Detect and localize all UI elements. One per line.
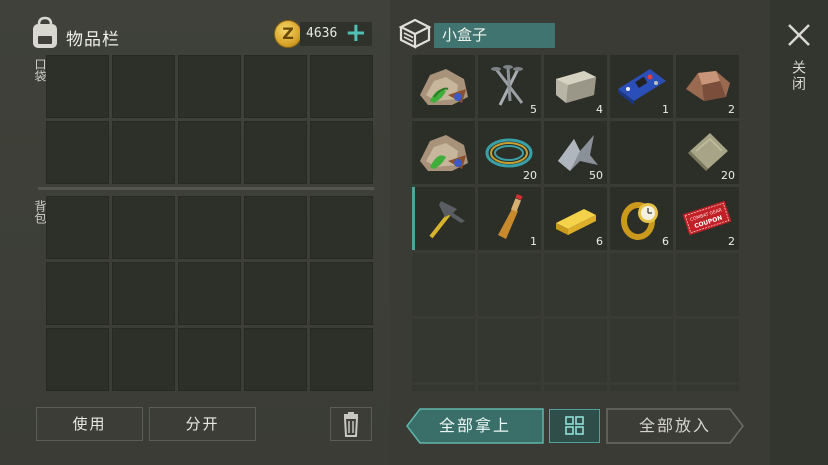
item-count: 6 [662,235,669,248]
container-slot[interactable] [412,253,475,316]
pocket-grid [46,55,373,184]
container-slot[interactable] [544,253,607,316]
grid-layout-button[interactable] [549,409,600,443]
container-slot[interactable] [544,385,607,391]
inventory-title: 物品栏 [66,30,120,50]
pocket-slot[interactable] [178,121,241,184]
backpack-slot[interactable] [46,328,109,391]
container-grid: 5 4 1 2 20 50 20 1 6 6 COMBAT GEAR COUPO… [412,55,739,391]
container-slot[interactable]: 6 [544,187,607,250]
add-currency-button[interactable]: + [345,20,367,46]
backpack-slot[interactable] [244,262,307,325]
pocket-slot[interactable] [310,121,373,184]
pocket-slot[interactable] [310,55,373,118]
take-all-button[interactable]: 全部拿上 [406,408,544,444]
coin-icon: Z [274,20,302,48]
split-button[interactable]: 分开 [149,407,256,441]
container-slot[interactable] [412,55,475,118]
box-icon [398,16,432,50]
container-slot[interactable]: 1 [610,55,673,118]
item-count: 6 [596,235,603,248]
container-slot[interactable] [478,253,541,316]
item-count: 1 [662,103,669,116]
item-count: 20 [523,169,537,182]
container-slot[interactable]: 1 [478,187,541,250]
pocket-slot[interactable] [244,55,307,118]
backpack-slot[interactable] [310,328,373,391]
backpack-slot[interactable] [310,262,373,325]
take-all-label: 全部拿上 [438,416,511,435]
backpack-slot[interactable] [178,328,241,391]
container-slot[interactable] [412,121,475,184]
item-count: 2 [728,103,735,116]
container-slot[interactable]: 2 [676,55,739,118]
container-slot[interactable] [478,385,541,391]
container-slot[interactable] [610,319,673,382]
container-title: 小盒子 [434,23,555,48]
backpack-slot[interactable] [178,262,241,325]
backpack-slot[interactable] [244,196,307,259]
backpack-grid [46,196,373,391]
container-slot[interactable] [412,385,475,391]
container-slot[interactable]: COMBAT GEAR COUPON 2 [676,187,739,250]
container-slot[interactable]: 50 [544,121,607,184]
item-count: 2 [728,235,735,248]
backpack-slot[interactable] [112,328,175,391]
use-button[interactable]: 使用 [36,407,143,441]
container-slot[interactable] [676,385,739,391]
pocket-slot[interactable] [46,121,109,184]
pocket-slot[interactable] [46,55,109,118]
trash-icon [331,408,371,440]
backpack-icon [30,16,60,50]
container-slot[interactable] [676,253,739,316]
pocket-slot[interactable] [178,55,241,118]
pocket-slot[interactable] [244,121,307,184]
container-slot[interactable]: 20 [676,121,739,184]
backpack-slot[interactable] [244,328,307,391]
close-label[interactable]: 关闭 [788,60,808,92]
container-slot[interactable] [610,121,673,184]
grid-icon [550,410,599,442]
container-slot[interactable]: 5 [478,55,541,118]
close-icon [784,20,814,50]
container-slot[interactable] [676,319,739,382]
put-all-button[interactable]: 全部放入 [606,408,744,444]
container-slot[interactable] [478,319,541,382]
put-all-label: 全部放入 [638,416,711,435]
container-slot[interactable] [412,187,475,250]
item-count: 5 [530,103,537,116]
backpack-slot[interactable] [112,262,175,325]
backpack-slot[interactable] [46,196,109,259]
backpack-slot[interactable] [178,196,241,259]
hammer-icon [415,187,475,250]
pocket-slot[interactable] [112,55,175,118]
item-count: 50 [589,169,603,182]
container-slot[interactable] [412,319,475,382]
container-slot[interactable]: 6 [610,187,673,250]
container-slot[interactable]: 20 [478,121,541,184]
item-count: 20 [721,169,735,182]
plant-ore-icon [412,55,475,118]
pocket-slot[interactable] [112,121,175,184]
backpack-slot[interactable] [310,196,373,259]
currency-amount: 4636 [306,26,338,41]
item-count: 4 [596,103,603,116]
item-count: 1 [530,235,537,248]
plant-ore-icon [412,121,475,184]
close-button[interactable] [784,20,814,50]
backpack-slot[interactable] [112,196,175,259]
container-slot[interactable] [544,319,607,382]
container-slot[interactable] [610,253,673,316]
trash-button[interactable] [330,407,372,441]
container-slot[interactable] [610,385,673,391]
backpack-slot[interactable] [46,262,109,325]
section-divider [38,187,374,190]
container-slot[interactable]: 4 [544,55,607,118]
